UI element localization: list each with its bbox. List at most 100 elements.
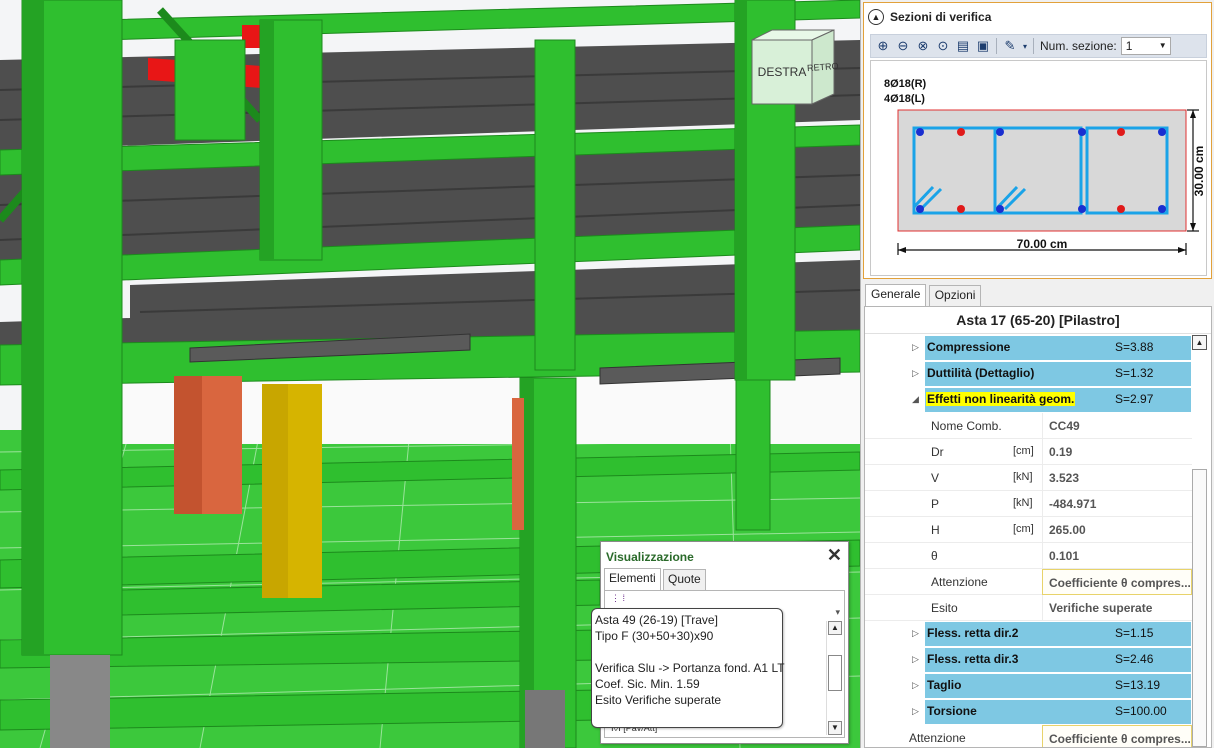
group-name: Duttilità (Dettaglio) [927,366,1035,380]
zoom-window-icon[interactable]: ⊗ [913,36,933,56]
property-value: Coefficiente θ compres... [1049,576,1191,590]
group-row[interactable]: ▷ Compressione S=3.88 [865,335,1192,361]
visualizzazione-tabs: Elementi Quote [604,568,706,590]
property-row[interactable]: V [kN] 3.523 [865,465,1192,491]
group-row-expanded[interactable]: ◢ Effetti non linearità geom. S=2.97 [865,387,1192,413]
export-dxf-icon[interactable]: ▤ [953,36,973,56]
close-icon[interactable]: ✕ [827,545,842,566]
property-name: Attenzione [931,575,988,589]
group-row[interactable]: ▷ Duttilità (Dettaglio) S=1.32 [865,361,1192,387]
group-row[interactable]: ▷ Fless. retta dir.3 S=2.46 [865,647,1192,673]
zoom-out-icon[interactable]: ⊖ [893,36,913,56]
tab-opzioni[interactable]: Opzioni [928,285,982,306]
group-name: Effetti non linearità geom. [926,392,1076,406]
tooltip-line: Verifica Slu -> Portanza fond. A1 LT [595,661,785,675]
property-row[interactable]: Esito Verifiche superate [865,595,1192,621]
expand-arrow-icon[interactable]: ▷ [912,680,919,691]
property-row[interactable]: Nome Comb. CC49 [865,413,1192,439]
properties-scrollbar[interactable]: ▲ [1192,335,1209,747]
chevron-down-icon[interactable]: ▾ [835,607,840,618]
property-row[interactable]: P [kN] -484.971 [865,491,1192,517]
group-value: S=2.97 [1115,392,1154,406]
property-unit: [cm] [1013,523,1034,535]
scroll-up-icon[interactable]: ▲ [1192,335,1207,350]
scroll-thumb[interactable] [828,655,842,691]
tooltip-line [595,644,779,660]
group-name: Torsione [927,704,977,718]
group-value: S=13.19 [1115,678,1161,692]
num-sezione-select[interactable]: 1 ▼ [1120,37,1171,55]
scroll-up-icon[interactable]: ▲ [828,621,842,635]
navcube-front-label: DESTRA [758,65,807,79]
property-name: V [931,471,940,485]
group-value: S=2.46 [1115,652,1154,666]
group-name: Fless. retta dir.2 [927,626,1019,640]
zoom-in-icon[interactable]: ⊕ [873,36,893,56]
property-value: -484.971 [1049,497,1097,511]
property-name: P [931,497,940,511]
width-dimension: 70.00 cm [1017,237,1068,251]
property-row[interactable]: Attenzione Coefficiente θ compres... [865,725,1192,747]
chevron-down-icon: ▼ [1158,41,1167,50]
element-tooltip: Asta 49 (26-19) [Trave] Tipo F (30+50+30… [591,608,785,728]
property-name: Esito [931,601,958,615]
property-name: Dr [931,445,944,459]
property-value: Verifiche superate [1049,601,1153,615]
rebar-top-label: 8Ø18(R) [884,78,927,90]
tab-elementi[interactable]: Elementi [604,568,661,590]
tooltip-line: Esito Verifiche superate [595,693,722,707]
group-value: S=100.00 [1115,704,1167,718]
tab-quote[interactable]: Quote [663,569,706,590]
expand-arrow-icon[interactable]: ▷ [912,342,919,353]
tooltip-line: Asta 49 (26-19) [Trave] [595,613,718,627]
visualizzazione-title: Visualizzazione [606,550,694,564]
section-drawing[interactable]: 8Ø18(R) 4Ø18(L) 70.00 cm 30.00 cm [870,60,1207,276]
group-value: S=3.88 [1115,340,1154,354]
sezioni-header[interactable]: ▲ Sezioni di verifica [868,8,991,26]
tooltip-line: Coef. Sic. Min. 1.59 [595,677,700,691]
sezioni-title: Sezioni di verifica [890,10,992,24]
expand-arrow-icon[interactable]: ▷ [912,628,919,639]
property-value: 0.19 [1049,445,1073,459]
num-sezione-value: 1 [1125,39,1133,53]
expand-arrow-icon[interactable]: ▷ [912,706,919,717]
navigation-cube[interactable]: DESTRA RETRO [750,28,842,106]
group-row[interactable]: ▷ Taglio S=13.19 [865,673,1192,699]
element-title: Asta 17 (65-20) [Pilastro] [865,307,1211,334]
zoom-extents-icon[interactable]: ⊙ [933,36,953,56]
expand-arrow-icon[interactable]: ▷ [912,368,919,379]
rebar-bottom-label: 4Ø18(L) [884,93,925,105]
expand-arrow-icon[interactable]: ▷ [912,654,919,665]
list-scrollbar[interactable]: ▲ ▼ [826,621,842,735]
group-row[interactable]: ▷ Torsione S=100.00 [865,699,1192,725]
property-unit: [kN] [1013,497,1033,509]
tab-generale[interactable]: Generale [865,284,927,306]
property-row[interactable]: H [cm] 265.00 [865,517,1192,543]
scroll-down-icon[interactable]: ▼ [828,721,842,735]
collapse-arrow-icon[interactable]: ◢ [912,394,919,405]
property-row[interactable]: Dr [cm] 0.19 [865,439,1192,465]
property-name: Nome Comb. [931,419,1002,433]
list-toolbar-icons[interactable]: ⋮ ⁞ [611,593,625,604]
property-row[interactable]: Attenzione Coefficiente θ compres... [865,569,1192,595]
pencil-icon[interactable]: ✎ [1000,36,1020,56]
property-row[interactable]: θ 0.101 [865,543,1192,569]
group-name: Compressione [927,340,1011,354]
group-value: S=1.15 [1115,626,1154,640]
dropdown-icon[interactable]: ▾ [1020,36,1030,56]
property-name: θ [931,549,938,563]
properties-grid: Asta 17 (65-20) [Pilastro] ▷ Compression… [864,306,1212,748]
export-image-icon[interactable]: ▣ [973,36,993,56]
3d-viewport[interactable]: DESTRA RETRO Visualizzazione ✕ Elementi … [0,0,860,748]
property-value: 0.101 [1049,549,1080,563]
tooltip-line: Tipo F (30+50+30)x90 [595,629,714,643]
group-row[interactable]: ▷ Fless. retta dir.2 S=1.15 [865,621,1192,647]
section-toolbar: ⊕ ⊖ ⊗ ⊙ ▤ ▣ ✎ ▾ Num. sezione: 1 ▼ [870,34,1207,58]
right-panel: ▲ Sezioni di verifica ⊕ ⊖ ⊗ ⊙ ▤ ▣ ✎ ▾ Nu… [860,0,1214,748]
property-value: 265.00 [1049,523,1086,537]
scroll-thumb[interactable] [1192,469,1207,747]
property-value: 3.523 [1049,471,1080,485]
properties-tabs: Generale Opzioni [865,284,982,306]
collapse-icon[interactable]: ▲ [868,9,884,25]
group-name: Fless. retta dir.3 [927,652,1019,666]
